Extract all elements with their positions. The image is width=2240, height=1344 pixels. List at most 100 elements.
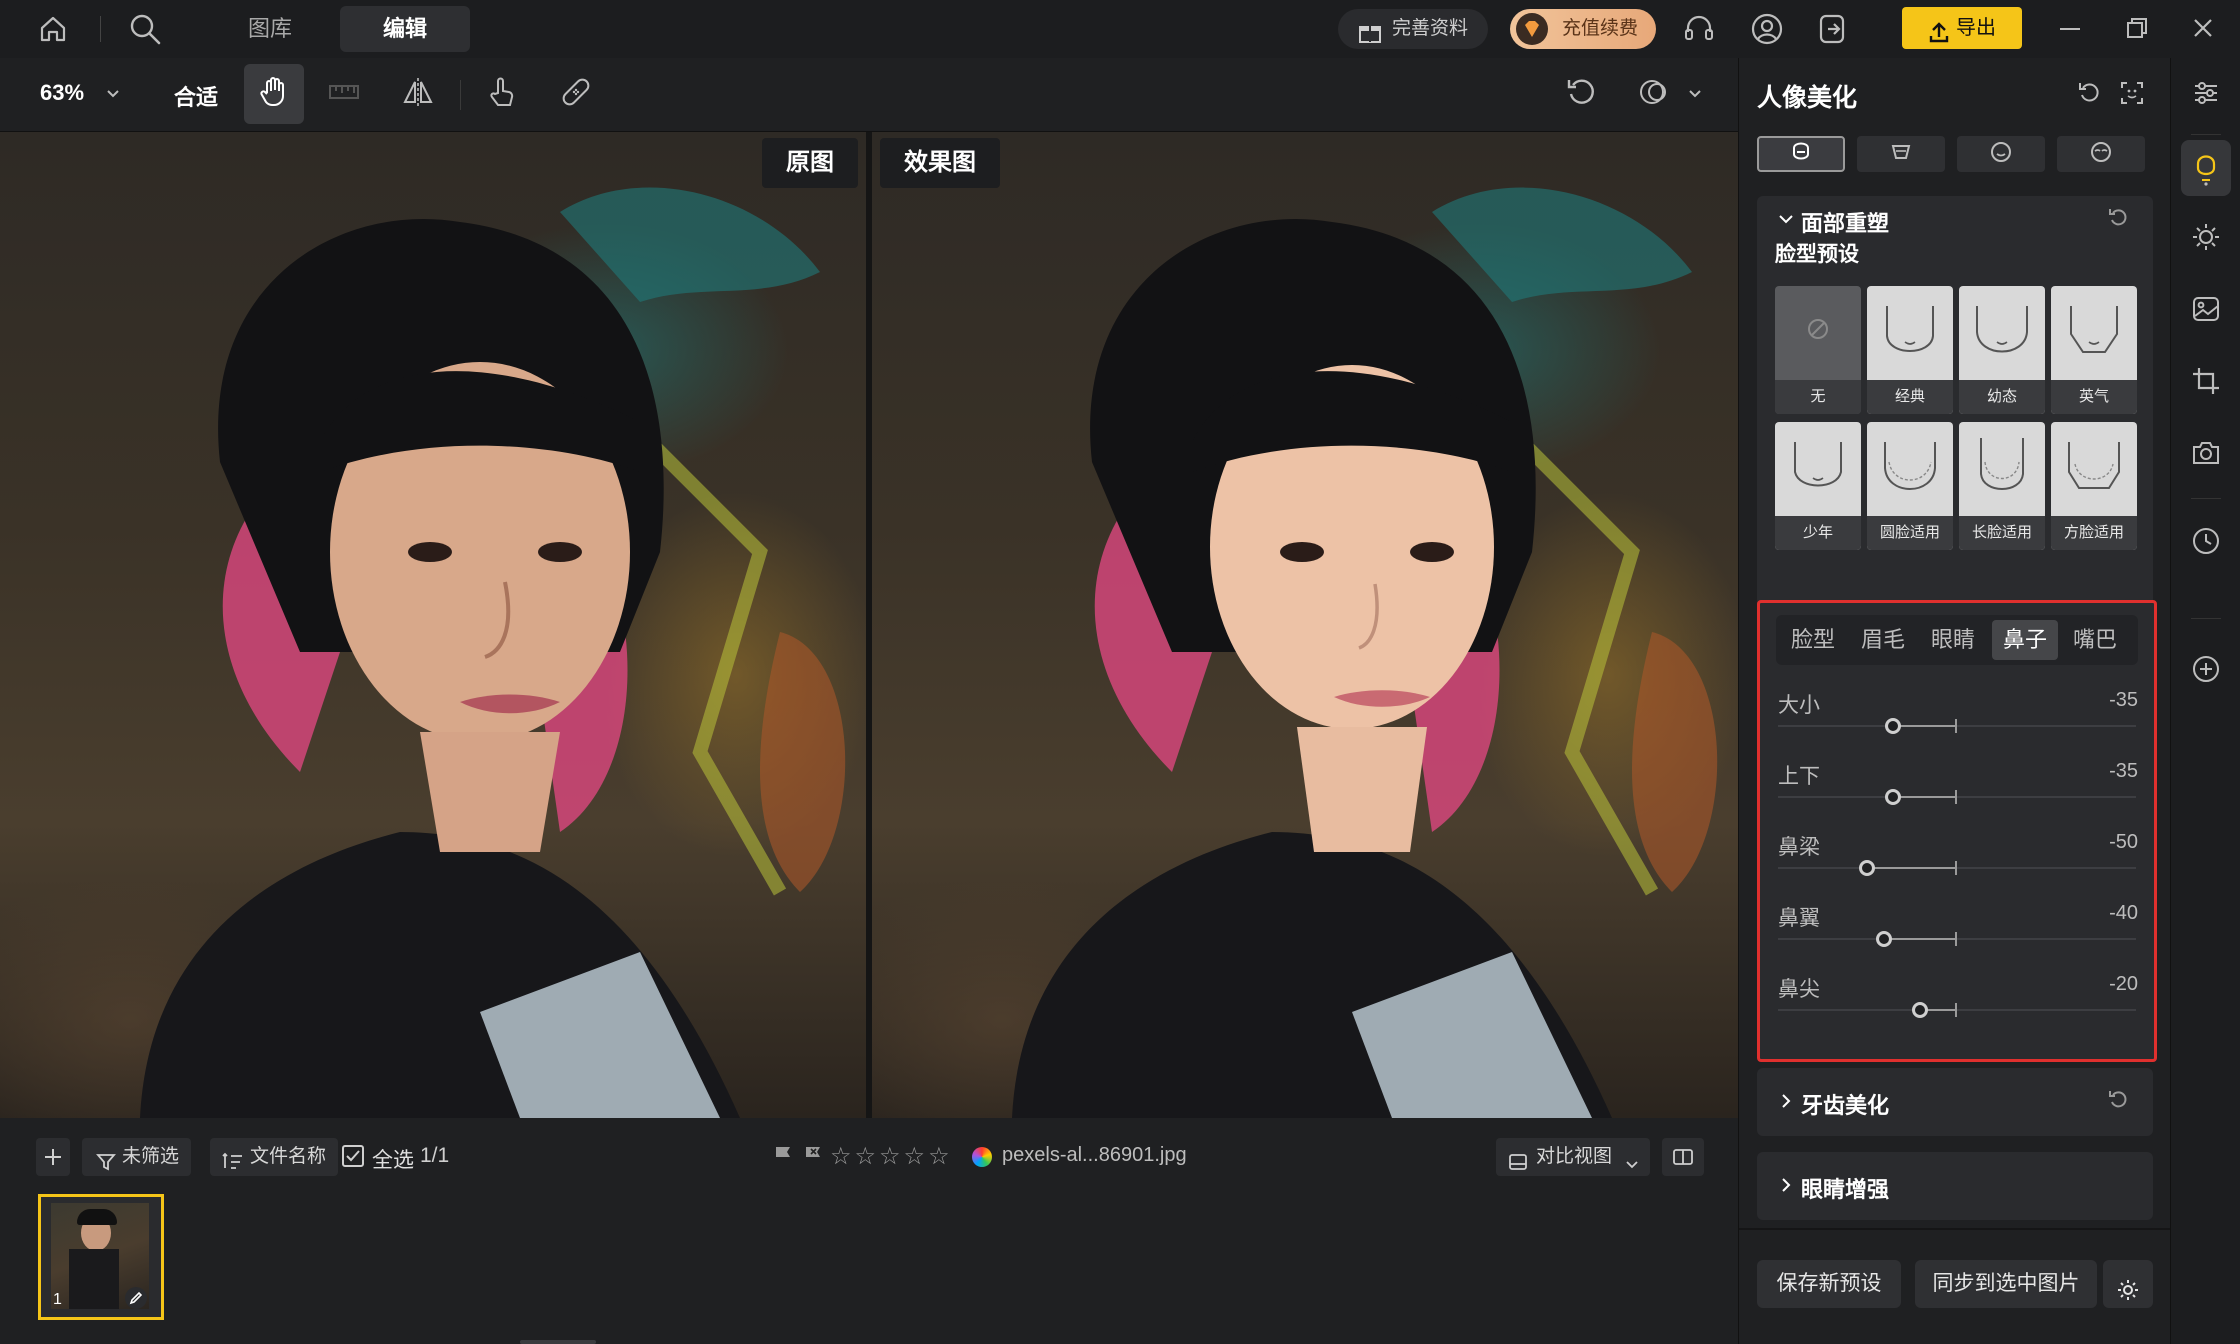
overlay-tool[interactable] — [1624, 64, 1684, 124]
tab-eyes[interactable]: 眼睛 — [1920, 620, 1986, 660]
slider-row[interactable]: 大小 -35 — [1778, 689, 2138, 759]
tab-nose[interactable]: 鼻子 — [1992, 620, 2058, 660]
exit-icon[interactable] — [1816, 12, 1850, 46]
touch-tool[interactable] — [472, 64, 532, 124]
segment-skin[interactable] — [1857, 136, 1945, 172]
brightness-icon[interactable] — [2181, 212, 2231, 262]
compare-view-dropdown[interactable]: 对比视图 — [1496, 1138, 1651, 1176]
gem-icon — [1516, 13, 1548, 45]
select-all-checkbox[interactable] — [342, 1145, 364, 1167]
headset-icon[interactable] — [1682, 12, 1716, 46]
tool-rail — [2170, 58, 2240, 1344]
face-reshape-title[interactable]: 面部重塑 — [1801, 206, 1889, 238]
slider-value[interactable]: -35 — [2109, 689, 2138, 712]
selection-count: 1/1 — [420, 1144, 450, 1167]
slider-value[interactable]: -35 — [2109, 760, 2138, 783]
preset-classic[interactable]: 经典 — [1867, 286, 1953, 414]
image-adjust-icon[interactable] — [2181, 284, 2231, 334]
slider-fill — [1866, 867, 1956, 869]
close-icon[interactable] — [2192, 17, 2214, 39]
reset-icon[interactable] — [2077, 80, 2103, 106]
hand-tool[interactable] — [244, 64, 304, 124]
slider-row[interactable]: 鼻翼 -40 — [1778, 902, 2138, 972]
slider-knob[interactable] — [1912, 1002, 1929, 1018]
slider-row[interactable]: 鼻梁 -50 — [1778, 831, 2138, 901]
segment-makeup[interactable] — [1957, 136, 2045, 172]
flip-tool[interactable] — [388, 64, 448, 124]
split-view-button[interactable] — [1662, 1138, 1704, 1176]
slider-label: 鼻尖 — [1778, 978, 1820, 1001]
preset-none[interactable]: 无 — [1775, 286, 1861, 414]
slider-knob[interactable] — [1858, 860, 1875, 876]
preset-round-face[interactable]: 圆脸适用 — [1867, 422, 1953, 550]
star-rating[interactable]: ☆☆☆☆☆ — [830, 1142, 953, 1171]
slider-value[interactable]: -20 — [2109, 973, 2138, 996]
slider-track[interactable] — [1778, 867, 2136, 869]
camera-icon[interactable] — [2181, 428, 2231, 478]
save-preset-button[interactable]: 保存新预设 — [1757, 1260, 1901, 1308]
recharge-button[interactable]: 充值续费 — [1510, 9, 1656, 49]
reset-icon[interactable] — [2107, 1088, 2131, 1117]
slider-track[interactable] — [1778, 1009, 2136, 1011]
preset-long-face[interactable]: 长脸适用 — [1959, 422, 2045, 550]
slider-knob[interactable] — [1876, 931, 1893, 947]
adjust-sliders-icon[interactable] — [2181, 68, 2231, 118]
filter-button[interactable]: 未筛选 — [82, 1138, 192, 1176]
crop-icon[interactable] — [2181, 356, 2231, 406]
slider-track[interactable] — [1778, 725, 2136, 727]
minimize-icon[interactable] — [2060, 28, 2080, 30]
fit-button[interactable]: 合适 — [174, 80, 218, 112]
add-circle-icon[interactable] — [2181, 644, 2231, 694]
ruler-tool[interactable] — [314, 64, 374, 124]
add-button[interactable] — [36, 1138, 70, 1176]
image-canvas[interactable]: 原图 效果图 — [0, 132, 1738, 1118]
portrait-icon[interactable] — [2181, 140, 2231, 196]
slider-knob[interactable] — [1885, 718, 1902, 734]
settings-button[interactable] — [2103, 1260, 2153, 1308]
teeth-section[interactable]: 牙齿美化 — [1757, 1068, 2153, 1136]
flag-icon[interactable] — [772, 1144, 794, 1166]
preset-youthful[interactable]: 幼态 — [1959, 286, 2045, 414]
face-detect-icon[interactable] — [2119, 80, 2145, 106]
thumbnail[interactable]: 1 — [38, 1194, 164, 1320]
slider-knob[interactable] — [1885, 789, 1902, 805]
slider-track[interactable] — [1778, 796, 2136, 798]
select-all-label[interactable]: 全选 — [372, 1144, 414, 1174]
tab-eyebrows[interactable]: 眉毛 — [1850, 620, 1916, 660]
complete-profile-button[interactable]: 完善资料 — [1338, 9, 1488, 49]
tab-face[interactable]: 脸型 — [1780, 620, 1846, 660]
chevron-down-icon[interactable] — [1686, 84, 1704, 107]
search-icon[interactable] — [128, 12, 162, 46]
sort-button[interactable]: 文件名称 — [210, 1138, 339, 1176]
portrait-beauty-panel: 人像美化 面部重塑 脸型预设 无 经典 幼态 英气 少年 圆脸适用 长脸适用 方… — [1738, 58, 2171, 1344]
eye-enhance-section[interactable]: 眼睛增强 — [1757, 1152, 2153, 1220]
chevron-down-icon[interactable] — [1777, 210, 1795, 233]
reject-flag-icon[interactable] — [802, 1144, 824, 1166]
restore-icon[interactable] — [2126, 17, 2148, 39]
color-label-icon[interactable] — [972, 1147, 992, 1167]
slider-value[interactable]: -40 — [2109, 902, 2138, 925]
zoom-dropdown[interactable]: 63% — [40, 80, 119, 106]
history-icon[interactable] — [2181, 516, 2231, 566]
scroll-indicator[interactable] — [520, 1340, 596, 1344]
slider-track[interactable] — [1778, 938, 2136, 940]
undo-tool[interactable] — [1552, 64, 1612, 124]
tab-mouth[interactable]: 嘴巴 — [2062, 620, 2128, 660]
preset-heroic[interactable]: 英气 — [2051, 286, 2137, 414]
slider-row[interactable]: 鼻尖 -20 — [1778, 973, 2138, 1043]
preset-square-face[interactable]: 方脸适用 — [2051, 422, 2137, 550]
slider-row[interactable]: 上下 -35 — [1778, 760, 2138, 830]
home-icon[interactable] — [38, 14, 68, 44]
slider-value[interactable]: -50 — [2109, 831, 2138, 854]
bandage-tool[interactable] — [546, 64, 606, 124]
preset-boyish[interactable]: 少年 — [1775, 422, 1861, 550]
user-icon[interactable] — [1750, 12, 1784, 46]
tab-edit[interactable]: 编辑 — [340, 6, 470, 52]
recharge-label: 充值续费 — [1562, 18, 1639, 39]
export-button[interactable]: 导出 — [1902, 7, 2022, 49]
segment-eyes[interactable] — [2057, 136, 2145, 172]
segment-face-shape[interactable] — [1757, 136, 1845, 172]
sync-selected-button[interactable]: 同步到选中图片 — [1915, 1260, 2097, 1308]
reset-icon[interactable] — [2107, 206, 2131, 235]
tab-library[interactable]: 图库 — [220, 6, 320, 52]
